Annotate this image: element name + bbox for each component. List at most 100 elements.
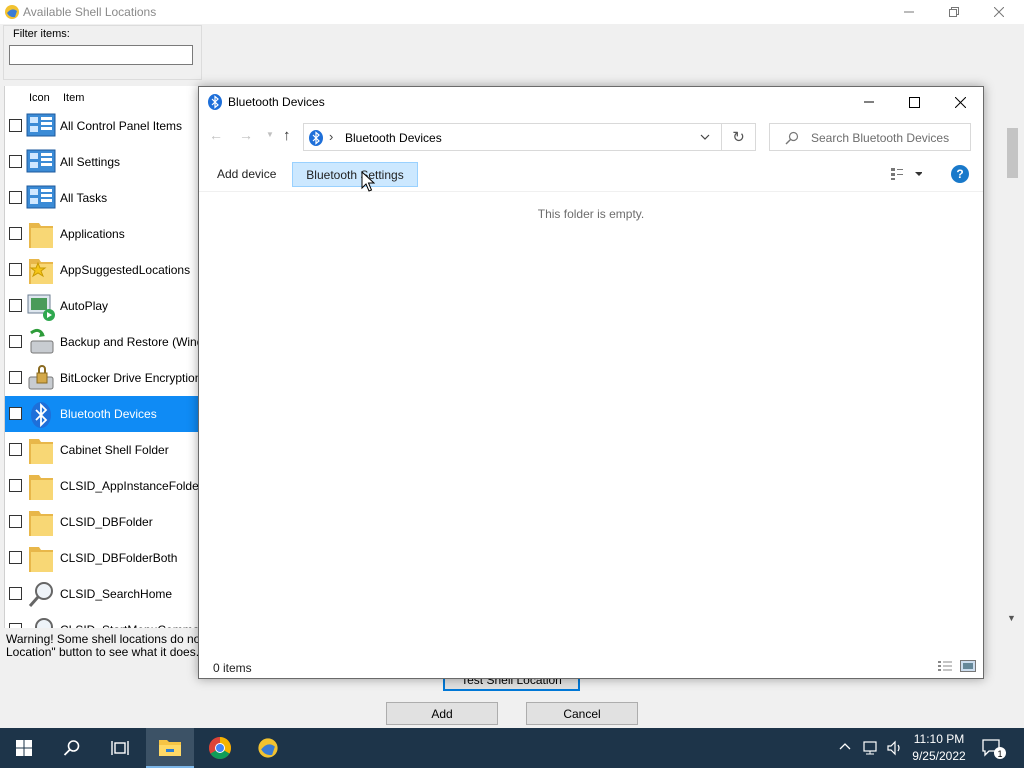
taskbar-file-explorer[interactable] xyxy=(146,728,194,768)
bluetooth-icon xyxy=(208,94,222,110)
filter-input[interactable] xyxy=(9,45,193,65)
column-header-item[interactable]: Item xyxy=(63,92,84,104)
list-item-label: Applications xyxy=(60,227,125,241)
network-icon[interactable] xyxy=(862,739,880,757)
list-item[interactable]: Applications xyxy=(5,216,199,252)
autoplay-icon xyxy=(27,294,55,321)
bitlocker-icon xyxy=(28,365,54,390)
item-checkbox[interactable] xyxy=(9,263,22,276)
control-panel-icon xyxy=(26,113,56,137)
list-item-label: CLSID_SearchHome xyxy=(60,587,173,601)
list-item[interactable]: CLSID_StartMenuCommandi xyxy=(5,612,199,628)
explorer-titlebar: Bluetooth Devices xyxy=(199,87,983,117)
list-item-label: Cabinet Shell Folder xyxy=(60,443,169,457)
minimize-button[interactable] xyxy=(886,0,932,24)
list-item-label: All Settings xyxy=(60,155,121,169)
breadcrumb-bluetooth-devices[interactable]: Bluetooth Devices xyxy=(345,131,442,145)
item-checkbox[interactable] xyxy=(9,587,22,600)
cancel-button[interactable]: Cancel xyxy=(526,702,638,725)
clock-date[interactable]: 9/25/2022 xyxy=(906,749,972,763)
notification-icon[interactable]: 1 xyxy=(982,738,1006,760)
taskbar-app[interactable] xyxy=(244,728,292,768)
item-checkbox[interactable] xyxy=(9,299,22,312)
list-item[interactable]: CLSID_DBFolder xyxy=(5,504,199,540)
list-scrollbar[interactable]: ▼ xyxy=(1005,86,1020,628)
warning-line-2: Location" button to see what it does. xyxy=(6,645,200,659)
control-panel-icon xyxy=(26,185,56,209)
search-icon xyxy=(28,582,53,607)
list-item[interactable]: Backup and Restore (Windov xyxy=(5,324,199,360)
add-button[interactable]: Add xyxy=(386,702,498,725)
close-icon xyxy=(954,96,966,108)
help-icon[interactable]: ? xyxy=(951,165,969,183)
start-button[interactable] xyxy=(0,728,48,768)
explorer-title: Bluetooth Devices xyxy=(228,95,325,109)
item-checkbox[interactable] xyxy=(9,335,22,348)
explorer-close-button[interactable] xyxy=(937,87,983,117)
up-arrow-icon[interactable]: ↑ xyxy=(283,127,291,144)
item-checkbox[interactable] xyxy=(9,623,22,628)
list-item[interactable]: BitLocker Drive Encryption xyxy=(5,360,199,396)
search-button[interactable] xyxy=(48,728,96,768)
item-checkbox[interactable] xyxy=(9,155,22,168)
scroll-down-icon[interactable]: ▼ xyxy=(1007,613,1016,623)
taskbar: 11:10 PM 9/25/2022 1 xyxy=(0,728,1024,768)
volume-icon[interactable] xyxy=(886,739,904,757)
windows-logo-icon xyxy=(16,740,32,756)
refresh-button[interactable]: ↻ xyxy=(722,123,756,151)
app-icon xyxy=(258,738,278,758)
list-item[interactable]: AutoPlay xyxy=(5,288,199,324)
list-item[interactable]: Cabinet Shell Folder xyxy=(5,432,199,468)
item-checkbox[interactable] xyxy=(9,551,22,564)
recent-locations-icon[interactable]: ▼ xyxy=(266,130,274,139)
chrome-icon xyxy=(209,737,231,759)
item-checkbox[interactable] xyxy=(9,443,22,456)
breadcrumb-separator[interactable]: › xyxy=(329,129,333,144)
clock-time[interactable]: 11:10 PM xyxy=(906,732,972,746)
details-view-icon[interactable] xyxy=(937,660,953,672)
bluetooth-settings-button[interactable]: Bluetooth Settings xyxy=(292,162,418,187)
scrollbar-thumb[interactable] xyxy=(1007,128,1018,178)
list-item[interactable]: All Settings xyxy=(5,144,199,180)
address-bar[interactable]: › Bluetooth Devices xyxy=(303,123,722,151)
taskbar-chrome[interactable] xyxy=(196,728,244,768)
list-item[interactable]: AppSuggestedLocations xyxy=(5,252,199,288)
item-checkbox[interactable] xyxy=(9,515,22,528)
folder-icon xyxy=(29,547,53,572)
notification-count: 1 xyxy=(997,749,1002,759)
close-button[interactable] xyxy=(976,0,1022,24)
add-device-button[interactable]: Add device xyxy=(217,167,276,181)
explorer-minimize-button[interactable] xyxy=(846,87,892,117)
item-checkbox[interactable] xyxy=(9,371,22,384)
task-view-button[interactable] xyxy=(96,728,144,768)
list-item[interactable]: CLSID_SearchHome xyxy=(5,576,199,612)
app-icon xyxy=(5,5,19,19)
search-box[interactable]: Search Bluetooth Devices xyxy=(769,123,971,151)
chevron-down-icon[interactable] xyxy=(698,130,712,144)
view-options-icon[interactable] xyxy=(890,167,922,181)
list-item-label: Backup and Restore (Windov xyxy=(60,335,199,349)
shell-location-list[interactable]: Icon Item All Control Panel Items All Set… xyxy=(4,86,199,628)
list-item[interactable]: Bluetooth Devices xyxy=(5,396,199,432)
list-item-label: CLSID_DBFolderBoth xyxy=(60,551,178,565)
filter-label: Filter items: xyxy=(13,28,70,40)
list-item-label: Bluetooth Devices xyxy=(60,407,157,421)
list-item[interactable]: All Tasks xyxy=(5,180,199,216)
column-header-icon[interactable]: Icon xyxy=(29,92,50,104)
list-item[interactable]: CLSID_AppInstanceFolder xyxy=(5,468,199,504)
large-icons-view-icon[interactable] xyxy=(960,660,976,672)
explorer-maximize-button[interactable] xyxy=(891,87,937,117)
minimize-icon xyxy=(904,11,914,13)
item-checkbox[interactable] xyxy=(9,407,22,420)
folder-icon xyxy=(29,439,53,464)
item-checkbox[interactable] xyxy=(9,191,22,204)
forward-arrow-icon[interactable]: → xyxy=(239,127,253,143)
restore-button[interactable] xyxy=(931,0,977,24)
item-checkbox[interactable] xyxy=(9,479,22,492)
list-item[interactable]: CLSID_DBFolderBoth xyxy=(5,540,199,576)
back-arrow-icon[interactable]: ← xyxy=(209,127,223,143)
chevron-up-icon[interactable] xyxy=(838,740,852,754)
list-item[interactable]: All Control Panel Items xyxy=(5,108,199,144)
item-checkbox[interactable] xyxy=(9,227,22,240)
item-checkbox[interactable] xyxy=(9,119,22,132)
